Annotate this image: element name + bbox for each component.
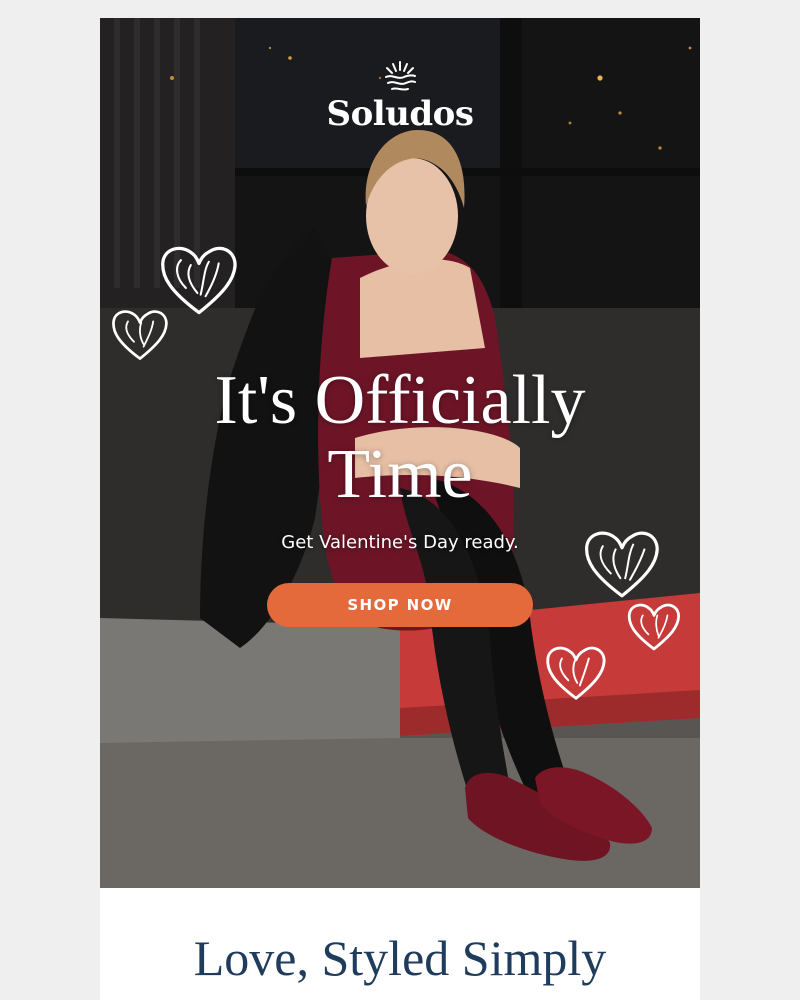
hero-headline-line1: It's Officially — [214, 362, 586, 439]
hero-subheadline: Get Valentine's Day ready. — [281, 532, 519, 553]
brand-logo[interactable]: Soludos — [100, 60, 700, 134]
heart-icon — [161, 246, 237, 315]
hero-headline-line2: Time — [327, 436, 473, 513]
section-title: Love, Styled Simply — [193, 930, 607, 986]
email-container: Soludos It's Officially Time Get Valenti… — [100, 18, 700, 1000]
heart-icon — [112, 310, 168, 360]
shop-now-button[interactable]: SHOP NOW — [267, 583, 533, 627]
hero-banner[interactable]: Soludos It's Officially Time Get Valenti… — [100, 18, 700, 888]
hero-headline: It's Officially Time — [100, 364, 700, 512]
heart-icon — [546, 646, 606, 700]
sun-waves-icon — [385, 61, 416, 91]
brand-name: Soludos — [326, 94, 474, 134]
heart-icon — [627, 603, 681, 651]
